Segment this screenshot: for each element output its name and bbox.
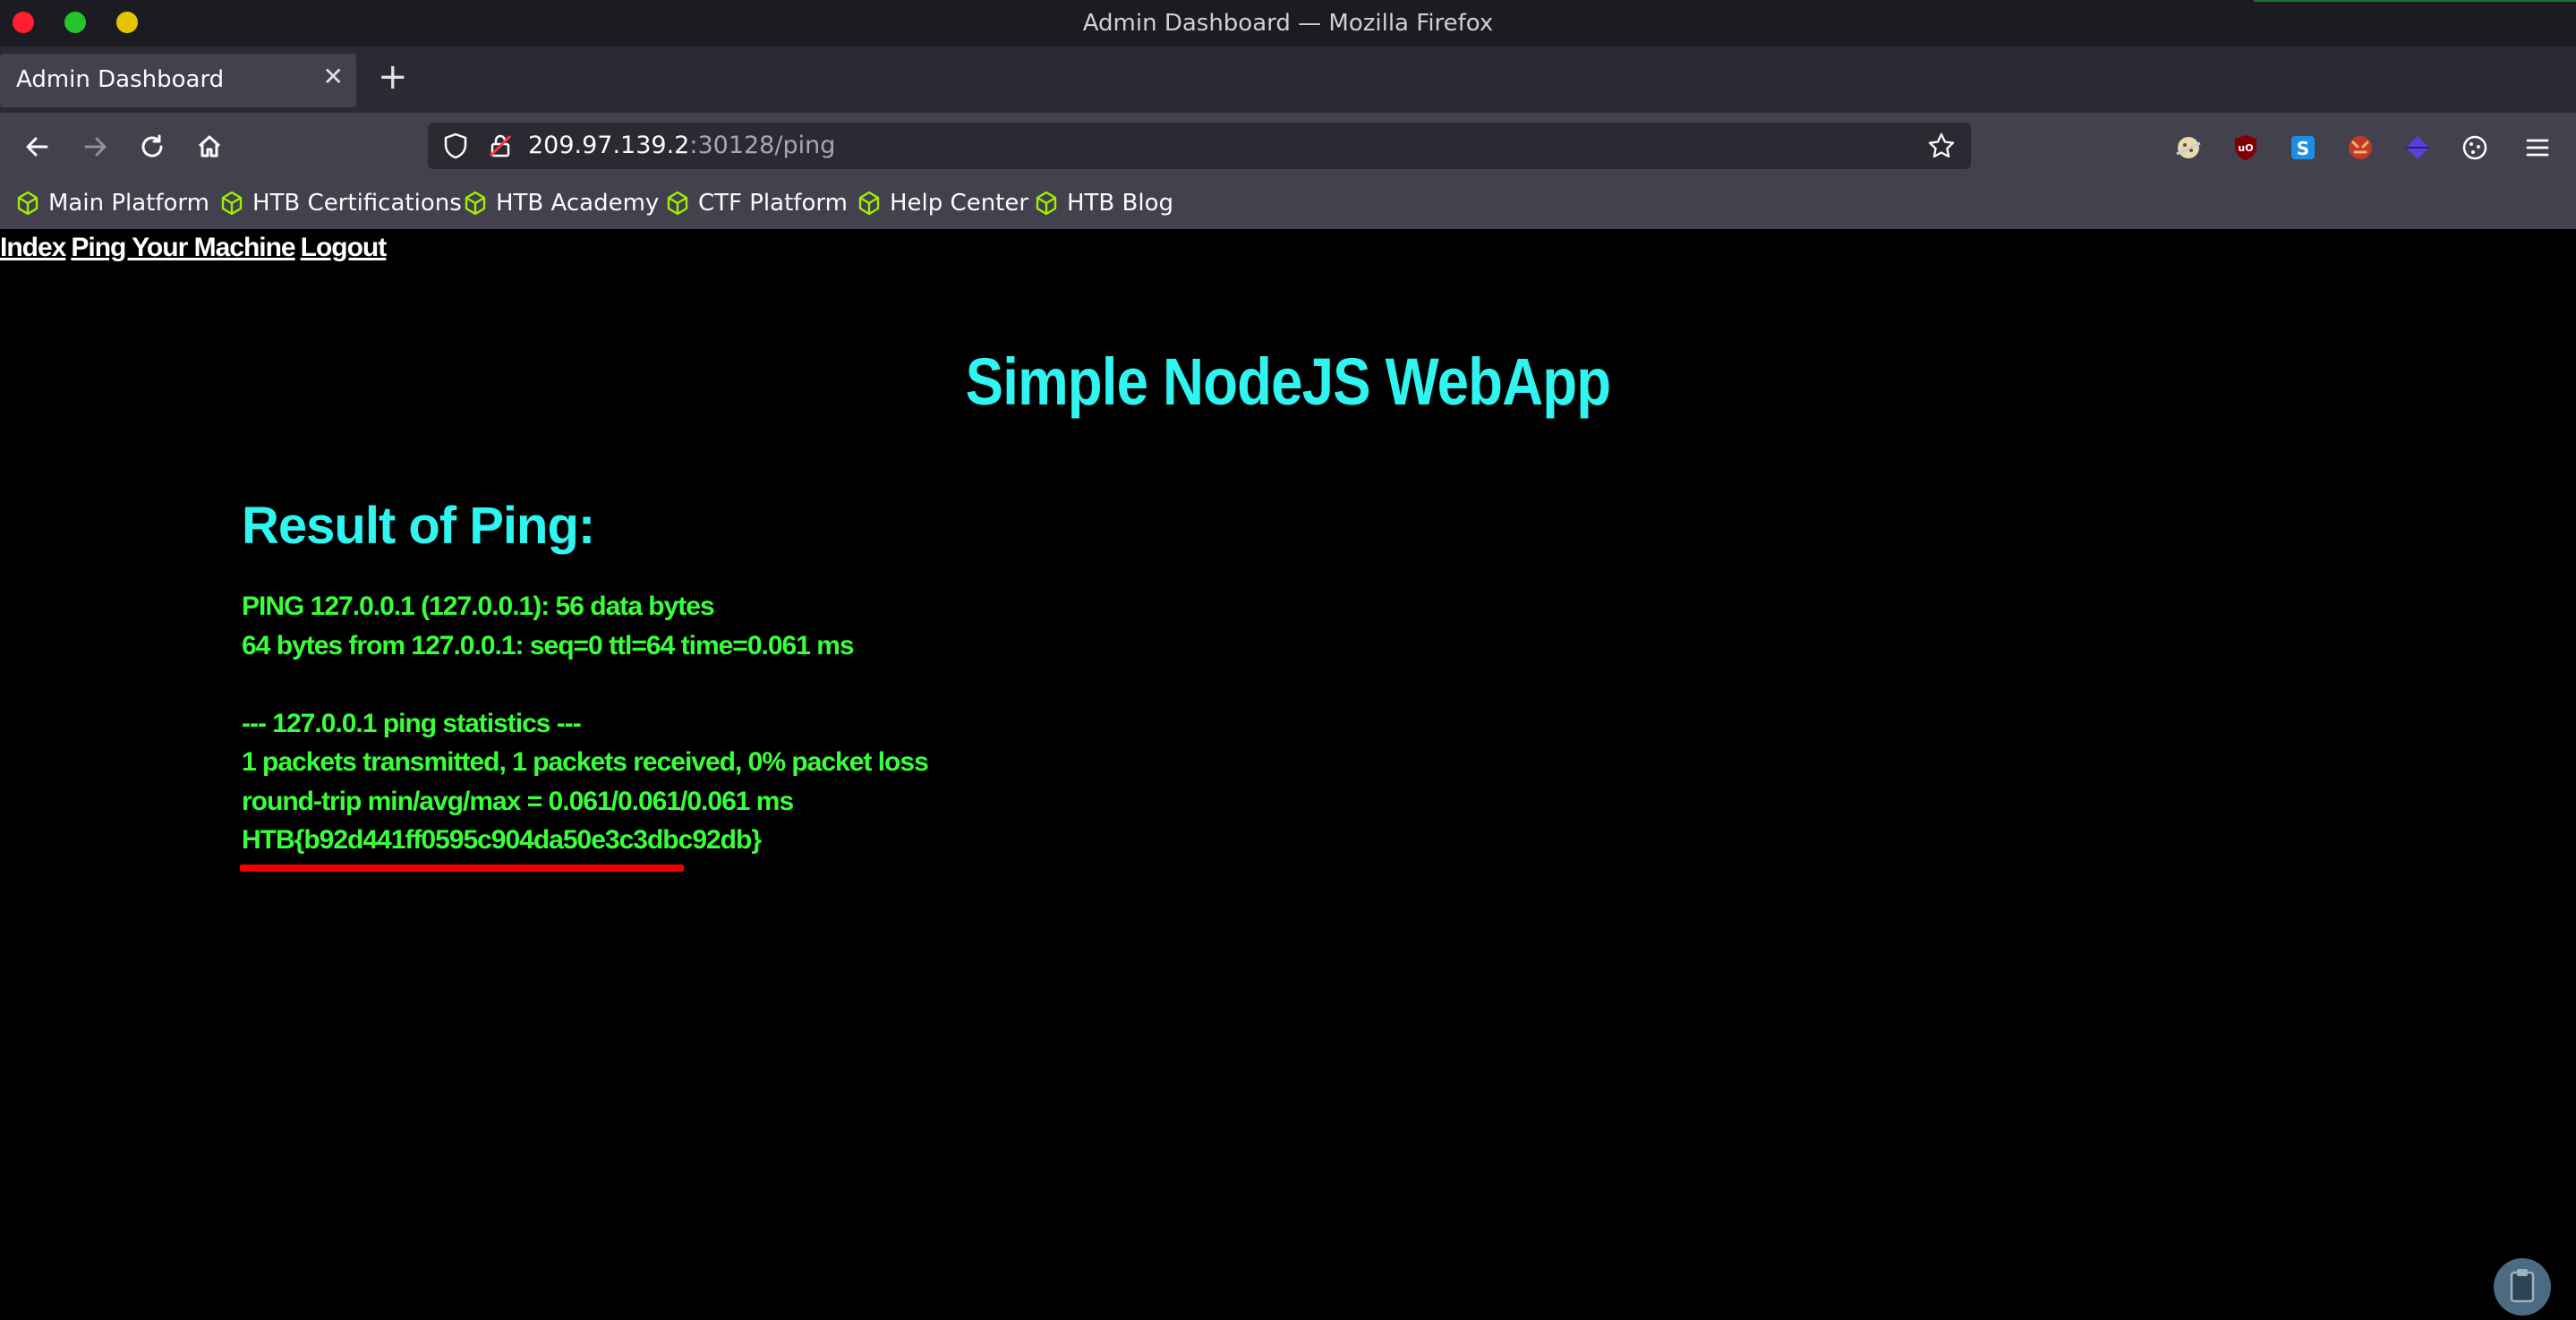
htb-cube-icon xyxy=(858,191,880,216)
bookmark-label: Help Center xyxy=(890,190,1029,217)
bookmark-label: CTF Platform xyxy=(698,190,848,217)
menu-icon[interactable] xyxy=(2522,132,2553,163)
page-nav: Index Ping Your Machine Logout xyxy=(0,233,391,263)
cookie-manager-icon[interactable] xyxy=(2460,132,2490,163)
forward-arrow-icon[interactable] xyxy=(77,129,113,165)
ublock-icon[interactable]: uO xyxy=(2231,132,2261,163)
page-title: Simple NodeJS WebApp xyxy=(965,345,1612,419)
nav-link-index[interactable]: Index xyxy=(0,233,66,262)
tracking-shield-icon[interactable] xyxy=(440,131,471,161)
nav-link-logout[interactable]: Logout xyxy=(301,233,388,262)
tab-admin-dashboard[interactable]: Admin Dashboard ✕ xyxy=(0,54,356,107)
s-extension-icon[interactable]: S xyxy=(2288,132,2318,163)
htb-cube-icon xyxy=(1036,191,1057,216)
url-host: 209.97.139.2 xyxy=(528,132,690,159)
ping-output-line: 1 packets transmitted, 1 packets receive… xyxy=(242,747,929,777)
bookmark-ctf-platform[interactable]: CTF Platform xyxy=(666,190,848,217)
bookmark-label: HTB Certifications xyxy=(252,190,462,217)
fox-extension-icon[interactable] xyxy=(2345,132,2376,163)
bookmark-label: HTB Blog xyxy=(1067,190,1174,217)
result-heading: Result of Ping: xyxy=(242,497,595,555)
window-titlebar: Admin Dashboard — Mozilla Firefox xyxy=(0,0,2576,47)
bookmark-htb-blog[interactable]: HTB Blog xyxy=(1035,190,1173,217)
bookmark-htb-academy[interactable]: HTB Academy xyxy=(464,190,659,217)
ping-output-line xyxy=(242,665,928,704)
ping-output-line: PING 127.0.0.1 (127.0.0.1): 56 data byte… xyxy=(242,592,715,621)
bookmark-label: Main Platform xyxy=(48,190,209,217)
htb-cube-icon xyxy=(465,191,486,216)
bookmark-star-icon[interactable] xyxy=(1926,131,1957,161)
tab-label: Admin Dashboard xyxy=(16,66,225,93)
tab-strip: Admin Dashboard ✕ + xyxy=(0,47,2576,113)
ping-output: PING 127.0.0.1 (127.0.0.1): 56 data byte… xyxy=(242,587,929,860)
url-path: :30128/ping xyxy=(689,132,836,159)
bookmark-htb-certifications[interactable]: HTB Certifications xyxy=(220,190,462,217)
titlebar-accent xyxy=(2254,0,2576,2)
ping-output-line: 64 bytes from 127.0.0.1: seq=0 ttl=64 ti… xyxy=(242,630,855,660)
insecure-lock-icon[interactable] xyxy=(485,131,516,161)
nav-link-ping-your-machine[interactable]: Ping Your Machine xyxy=(71,233,295,262)
htb-cube-icon xyxy=(17,191,38,216)
nav-toolbar: 209.97.139.2:30128/ping uO S xyxy=(0,113,2576,181)
ping-output-line: --- 127.0.0.1 ping statistics --- xyxy=(242,708,582,738)
htb-cube-icon xyxy=(221,191,243,216)
svg-text:uO: uO xyxy=(2238,142,2253,154)
bookmark-help-center[interactable]: Help Center xyxy=(857,190,1028,217)
reload-icon[interactable] xyxy=(134,129,170,165)
clipboard-widget[interactable] xyxy=(2494,1258,2551,1316)
url-text[interactable]: 209.97.139.2:30128/ping xyxy=(528,132,835,159)
url-bar[interactable]: 209.97.139.2:30128/ping xyxy=(428,123,1971,169)
bookmark-main-platform[interactable]: Main Platform xyxy=(16,190,209,217)
tab-close-icon[interactable]: ✕ xyxy=(323,64,344,89)
htb-cube-icon xyxy=(667,191,688,216)
clipboard-icon xyxy=(2510,1269,2535,1303)
diamond-extension-icon[interactable] xyxy=(2402,132,2433,163)
flag-line: HTB{b92d441ff0595c904da50e3c3dbc92db} xyxy=(242,825,762,855)
bookmark-label: HTB Academy xyxy=(496,190,660,217)
home-icon[interactable] xyxy=(192,129,227,165)
back-arrow-icon[interactable] xyxy=(20,129,55,165)
bookmarks-bar: Main Platform HTB Certifications HTB Aca… xyxy=(0,181,2576,229)
svg-text:S: S xyxy=(2297,138,2309,159)
window-title: Admin Dashboard — Mozilla Firefox xyxy=(1082,10,1494,37)
ping-output-line: round-trip min/avg/max = 0.061/0.061/0.0… xyxy=(242,786,794,816)
page-content: Index Ping Your Machine Logout Simple Node… xyxy=(0,229,2576,1316)
cookie-extension-icon[interactable] xyxy=(2173,132,2204,163)
new-tab-icon[interactable]: + xyxy=(378,59,408,95)
flag-highlight-underline xyxy=(240,864,684,872)
